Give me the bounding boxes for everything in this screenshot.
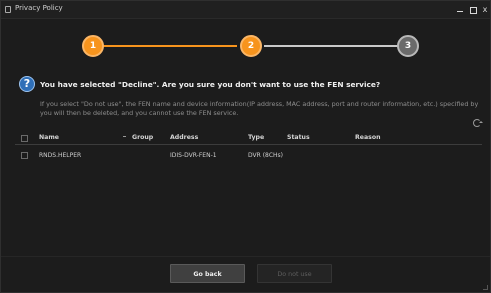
cell-type: DVR (8CHs)	[248, 152, 284, 159]
table-row[interactable]: RNDS.HELPER IDIS-DVR-FEN-1 DVR (8CHs)	[15, 149, 482, 162]
row-checkbox[interactable]	[21, 152, 28, 159]
do-not-use-button[interactable]: Do not use	[257, 264, 332, 283]
go-back-button[interactable]: Go back	[170, 264, 245, 283]
step-2-indicator: 2	[240, 35, 262, 57]
minimize-button[interactable]	[454, 3, 466, 16]
confirmation-question: You have selected "Decline". Are you sur…	[40, 80, 381, 89]
footer-divider	[1, 256, 490, 257]
table-header: Name Group Address Type Status Reason	[15, 131, 482, 145]
cell-address: IDIS-DVR-FEN-1	[170, 152, 217, 159]
close-button[interactable]: x	[479, 3, 491, 16]
column-reason[interactable]: Reason	[355, 134, 380, 141]
column-group[interactable]: Group	[132, 134, 153, 141]
stepper-line-completed	[102, 45, 237, 47]
refresh-icon[interactable]	[473, 119, 483, 127]
column-status[interactable]: Status	[287, 134, 310, 141]
column-type[interactable]: Type	[248, 134, 264, 141]
column-address[interactable]: Address	[170, 134, 198, 141]
description-text: If you select "Do not use", the FEN name…	[40, 100, 479, 117]
app-icon	[5, 6, 11, 13]
sort-indicator-icon	[123, 136, 126, 137]
resize-grip[interactable]	[483, 285, 488, 290]
cell-name: RNDS.HELPER	[39, 152, 82, 159]
step-1-indicator: 1	[82, 35, 104, 57]
maximize-button[interactable]	[467, 3, 479, 16]
select-all-checkbox[interactable]	[21, 135, 28, 142]
window-title: Privacy Policy	[15, 4, 63, 12]
column-name[interactable]: Name	[39, 134, 59, 141]
stepper-line-pending	[264, 45, 398, 47]
step-3-indicator: 3	[397, 35, 419, 57]
question-icon: ?	[19, 76, 35, 92]
title-bar[interactable]: Privacy Policy x	[1, 1, 490, 19]
privacy-policy-dialog: Privacy Policy x 1 2 3 ? You have select…	[0, 0, 491, 293]
